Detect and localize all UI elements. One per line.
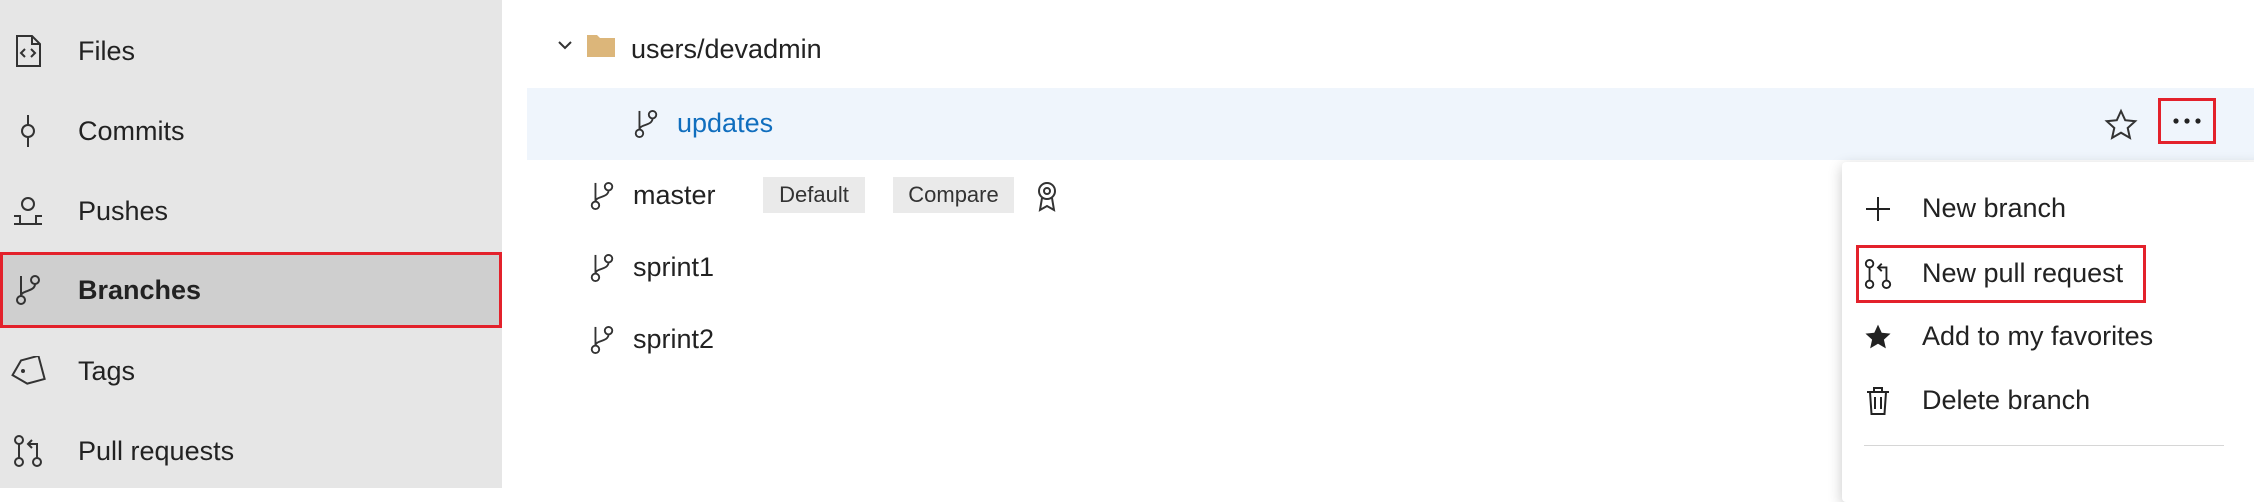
- branch-icon: [632, 108, 664, 140]
- chevron-down-icon[interactable]: [554, 34, 576, 56]
- branch-name[interactable]: sprint1: [633, 252, 714, 283]
- menu-divider: [1864, 445, 2224, 446]
- branch-link-updates[interactable]: updates: [677, 108, 773, 139]
- menu-item-label: Delete branch: [1922, 385, 2091, 415]
- branch-icon: [588, 324, 620, 356]
- branch-row-selected[interactable]: updates: [527, 88, 2254, 160]
- menu-item-label: Add to my favorites: [1922, 321, 2154, 351]
- compare-badge: Compare: [893, 177, 1014, 213]
- pull-request-icon: [1862, 258, 1894, 290]
- sidebar-item-label: Pull requests: [78, 435, 235, 466]
- branch-icon: [588, 180, 620, 212]
- menu-item-new-pull-request[interactable]: New pull request: [1856, 245, 2146, 303]
- branch-row[interactable]: sprint2: [0, 304, 1800, 376]
- sidebar-item-label: Commits: [78, 115, 185, 146]
- star-outline-icon[interactable]: [2104, 108, 2138, 142]
- sidebar-item-commits[interactable]: Commits: [0, 93, 502, 169]
- policy-ribbon-icon: [1034, 180, 1060, 212]
- default-badge: Default: [763, 177, 865, 213]
- sidebar-item-pull-requests[interactable]: Pull requests: [0, 413, 502, 489]
- star-filled-icon: [1862, 321, 1894, 353]
- branch-name[interactable]: sprint2: [633, 324, 714, 355]
- plus-icon: [1862, 193, 1894, 225]
- menu-item-new-branch[interactable]: New branch: [1842, 180, 2242, 238]
- branch-icon: [588, 252, 620, 284]
- branch-name[interactable]: master: [633, 180, 716, 211]
- menu-item-label: New branch: [1922, 193, 2067, 223]
- ellipsis-icon: [2172, 112, 2202, 130]
- folder-name: users/devadmin: [631, 34, 822, 64]
- folder-icon: [586, 32, 616, 58]
- branch-row[interactable]: sprint1: [0, 232, 1800, 304]
- more-actions-button[interactable]: [2158, 98, 2216, 144]
- folder-row[interactable]: users/devadmin: [0, 14, 2254, 86]
- branch-context-menu: New branch New pull request Add to my fa…: [1842, 162, 2254, 502]
- menu-item-add-favorites[interactable]: Add to my favorites: [1842, 308, 2242, 366]
- menu-item-label: New pull request: [1922, 258, 2124, 288]
- commit-icon: [10, 113, 46, 149]
- pull-request-icon: [10, 433, 46, 469]
- menu-item-delete-branch[interactable]: Delete branch: [1842, 372, 2242, 430]
- trash-icon: [1862, 385, 1894, 417]
